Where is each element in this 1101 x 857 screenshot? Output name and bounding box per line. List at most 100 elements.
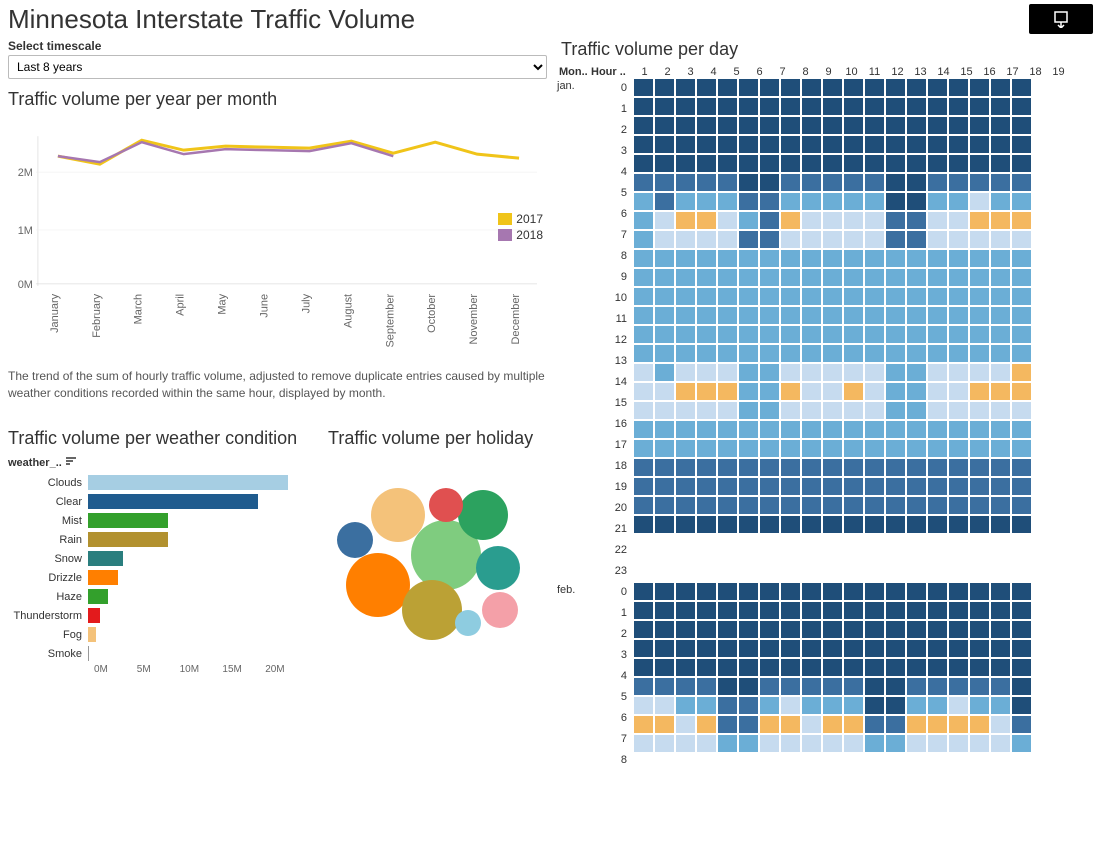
hm-cell bbox=[633, 344, 654, 363]
hm-cell bbox=[738, 439, 759, 458]
hm-cell bbox=[696, 401, 717, 420]
hm-cell bbox=[696, 116, 717, 135]
hm-col-header: 8 bbox=[794, 66, 817, 78]
hm-cell bbox=[801, 287, 822, 306]
bar-label: Fog bbox=[8, 629, 88, 641]
hm-cell bbox=[990, 458, 1011, 477]
hm-cell bbox=[843, 249, 864, 268]
hm-cell bbox=[927, 173, 948, 192]
hm-col-header: 3 bbox=[679, 66, 702, 78]
page-title: Minnesota Interstate Traffic Volume bbox=[8, 4, 415, 35]
hm-cell bbox=[801, 601, 822, 620]
hm-cell bbox=[990, 601, 1011, 620]
hm-cell bbox=[969, 439, 990, 458]
bar-row: Haze bbox=[8, 588, 308, 606]
hm-cell bbox=[927, 582, 948, 601]
hm-cell bbox=[927, 249, 948, 268]
bar-chart[interactable]: CloudsClearMistRainSnowDrizzleHazeThunde… bbox=[8, 474, 308, 675]
hm-cell bbox=[948, 639, 969, 658]
hm-hour-label: 6 bbox=[591, 708, 633, 729]
hm-cell bbox=[822, 78, 843, 97]
hm-cell bbox=[801, 639, 822, 658]
hm-cell bbox=[801, 477, 822, 496]
hm-cell bbox=[654, 135, 675, 154]
hm-hour-label: 23 bbox=[591, 561, 633, 582]
hm-cell bbox=[1011, 734, 1032, 753]
hm-cell bbox=[906, 97, 927, 116]
hm-cell bbox=[822, 439, 843, 458]
hm-cell bbox=[675, 458, 696, 477]
hm-cell bbox=[780, 439, 801, 458]
hm-cell bbox=[738, 97, 759, 116]
bubble bbox=[402, 580, 462, 640]
hm-cell bbox=[801, 78, 822, 97]
hm-cell bbox=[780, 658, 801, 677]
hm-cell bbox=[864, 658, 885, 677]
hm-cell bbox=[633, 154, 654, 173]
hm-cell bbox=[843, 135, 864, 154]
hm-cell bbox=[738, 715, 759, 734]
hm-cell bbox=[633, 420, 654, 439]
heatmap[interactable]: Mon.. Hour .. 12345678910111213141516171… bbox=[555, 66, 1101, 771]
hm-cell bbox=[885, 306, 906, 325]
hm-col-header: 6 bbox=[748, 66, 771, 78]
hm-cell bbox=[654, 287, 675, 306]
hm-cell bbox=[801, 325, 822, 344]
hm-cell bbox=[1011, 78, 1032, 97]
hm-cell bbox=[738, 154, 759, 173]
hm-cell bbox=[885, 582, 906, 601]
bubble bbox=[482, 592, 518, 628]
hm-cell bbox=[780, 287, 801, 306]
hm-cell bbox=[717, 249, 738, 268]
hm-cell bbox=[633, 582, 654, 601]
hm-cell bbox=[717, 78, 738, 97]
hm-cell bbox=[696, 230, 717, 249]
hm-cell bbox=[885, 696, 906, 715]
hm-cell bbox=[717, 458, 738, 477]
hm-cell bbox=[948, 211, 969, 230]
hm-cell bbox=[906, 135, 927, 154]
hm-cell bbox=[801, 515, 822, 534]
hm-cell bbox=[675, 211, 696, 230]
bubble bbox=[476, 546, 520, 590]
hm-cell bbox=[969, 458, 990, 477]
hm-cell bbox=[843, 344, 864, 363]
hm-cell bbox=[906, 515, 927, 534]
hm-cell bbox=[885, 268, 906, 287]
weather-field[interactable]: weather_.. bbox=[8, 457, 308, 470]
hm-cell bbox=[633, 306, 654, 325]
timescale-select[interactable]: Last 8 years bbox=[8, 55, 547, 79]
hm-cell bbox=[864, 211, 885, 230]
hm-cell bbox=[738, 639, 759, 658]
share-button[interactable] bbox=[1029, 4, 1093, 34]
hm-hour-label: 2 bbox=[591, 624, 633, 645]
hm-cell bbox=[717, 496, 738, 515]
hm-cell bbox=[1011, 173, 1032, 192]
hm-cell bbox=[843, 306, 864, 325]
hm-cell bbox=[948, 363, 969, 382]
hm-cell bbox=[843, 458, 864, 477]
hm-cell bbox=[738, 211, 759, 230]
hm-cell bbox=[948, 325, 969, 344]
hm-cell bbox=[717, 154, 738, 173]
hm-cell bbox=[801, 249, 822, 268]
hm-cell bbox=[948, 154, 969, 173]
bubble-chart[interactable] bbox=[328, 455, 538, 655]
hm-col-header: 10 bbox=[840, 66, 863, 78]
hm-cell bbox=[822, 696, 843, 715]
hm-cell bbox=[990, 382, 1011, 401]
hm-cell bbox=[885, 135, 906, 154]
line-chart[interactable]: 2M 1M 0M JanuaryFebruaryMarchAprilMayJun… bbox=[8, 116, 547, 356]
svg-text:February: February bbox=[91, 293, 103, 337]
bar-label: Snow bbox=[8, 553, 88, 565]
hm-cell bbox=[906, 382, 927, 401]
hm-cell bbox=[927, 230, 948, 249]
hm-cell bbox=[885, 401, 906, 420]
hm-cell bbox=[675, 97, 696, 116]
hm-cell bbox=[780, 477, 801, 496]
hm-cell bbox=[738, 325, 759, 344]
hm-cell bbox=[822, 620, 843, 639]
hm-cell bbox=[927, 135, 948, 154]
hm-cell bbox=[969, 135, 990, 154]
hm-cell bbox=[864, 154, 885, 173]
